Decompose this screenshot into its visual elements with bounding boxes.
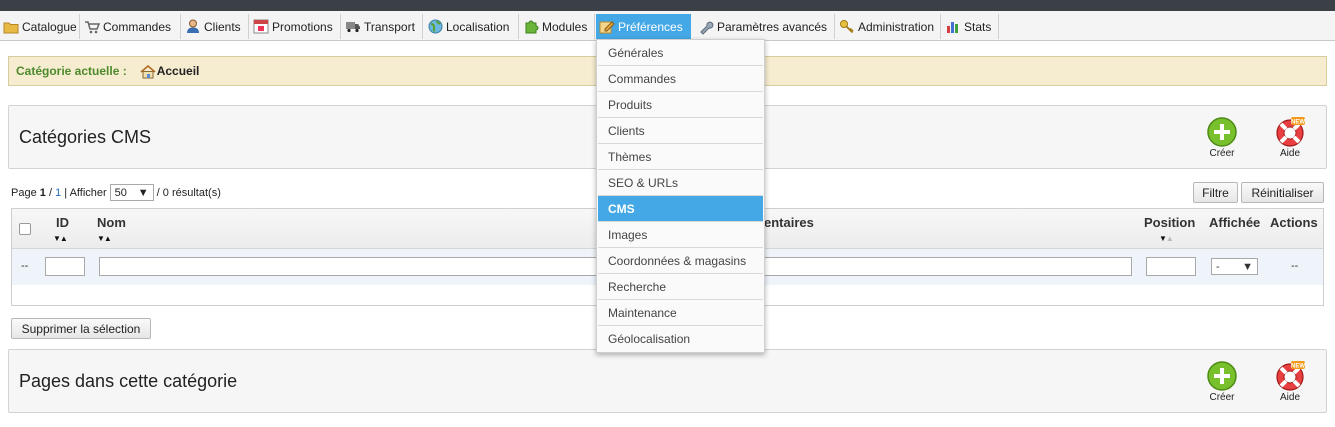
key-icon bbox=[839, 19, 855, 35]
folder-icon bbox=[3, 19, 19, 35]
categories-title: Catégories CMS bbox=[19, 127, 152, 147]
column-position: Position bbox=[1144, 215, 1196, 230]
tab-modules[interactable]: Modules bbox=[520, 14, 595, 39]
sort-id-arrows[interactable]: ▼▲ bbox=[53, 234, 68, 243]
help-button[interactable]: NEW Aide bbox=[1268, 360, 1312, 403]
menu-item-coordonnees[interactable]: Coordonnées & magasins bbox=[598, 248, 763, 274]
total-pages-link[interactable]: 1 bbox=[55, 187, 61, 199]
menu-item-seo-urls[interactable]: SEO & URLs bbox=[598, 170, 763, 196]
menu-item-produits[interactable]: Produits bbox=[598, 92, 763, 118]
bulk-delete-button[interactable]: Supprimer la sélection bbox=[11, 318, 151, 339]
create-category-button[interactable]: Créer bbox=[1200, 116, 1244, 159]
lifebuoy-icon: NEW bbox=[1276, 117, 1305, 147]
menu-item-geolocalisation[interactable]: Géolocalisation bbox=[598, 326, 763, 352]
tab-localisation[interactable]: Localisation bbox=[424, 14, 519, 39]
wrench-icon bbox=[698, 19, 714, 35]
promotion-icon bbox=[253, 19, 269, 35]
per-page-select[interactable]: 50 ▼ bbox=[109, 184, 154, 201]
tab-preferences[interactable]: Préférences bbox=[596, 14, 691, 39]
sort-name-arrows[interactable]: ▼▲ bbox=[97, 234, 112, 243]
help-button[interactable]: NEW Aide bbox=[1268, 116, 1312, 159]
pages-panel: Pages dans cette catégorie Créer NEW Aid… bbox=[8, 349, 1327, 413]
tab-stats[interactable]: Stats bbox=[942, 14, 999, 39]
tab-administration[interactable]: Administration bbox=[836, 14, 941, 39]
svg-text:NEW: NEW bbox=[1291, 120, 1305, 126]
menu-item-images[interactable]: Images bbox=[598, 222, 763, 248]
tab-catalogue[interactable]: Catalogue bbox=[0, 14, 80, 39]
menu-item-maintenance[interactable]: Maintenance bbox=[598, 300, 763, 326]
breadcrumb-label: Catégorie actuelle : bbox=[16, 64, 127, 78]
top-strip bbox=[0, 0, 1335, 11]
column-displayed: Affichée bbox=[1209, 215, 1261, 230]
home-icon bbox=[140, 64, 156, 78]
menu-item-clients[interactable]: Clients bbox=[598, 118, 763, 144]
puzzle-icon bbox=[523, 19, 539, 35]
chart-icon bbox=[945, 19, 961, 35]
menu-item-recherche[interactable]: Recherche bbox=[598, 274, 763, 300]
breadcrumb-home-link[interactable]: Accueil bbox=[139, 64, 199, 79]
position-filter-input[interactable] bbox=[1146, 257, 1196, 276]
lifebuoy-icon: NEW bbox=[1276, 361, 1305, 391]
globe-icon bbox=[427, 19, 443, 35]
chevron-down-icon: ▼ bbox=[137, 186, 149, 199]
truck-icon bbox=[345, 19, 361, 35]
menu-item-generales[interactable]: Générales bbox=[598, 40, 763, 66]
preferences-dropdown: Générales Commandes Produits Clients Thè… bbox=[596, 39, 765, 353]
menu-item-cms[interactable]: CMS bbox=[598, 196, 763, 222]
displayed-filter-select[interactable]: - ▼ bbox=[1211, 258, 1258, 275]
add-icon bbox=[1207, 361, 1237, 391]
column-id: ID bbox=[56, 215, 69, 230]
tab-promotions[interactable]: Promotions bbox=[250, 14, 341, 39]
pagination: Page 1 / 1 | Afficher 50 ▼ / 0 résultat(s… bbox=[11, 184, 221, 201]
tab-clients[interactable]: Clients bbox=[182, 14, 249, 39]
tab-transport[interactable]: Transport bbox=[342, 14, 423, 39]
sort-position-arrows[interactable]: ▼▲ bbox=[1159, 234, 1174, 243]
menu-item-themes[interactable]: Thèmes bbox=[598, 144, 763, 170]
column-comments: entaires bbox=[764, 215, 814, 230]
edit-icon bbox=[599, 19, 615, 35]
chevron-down-icon: ▼ bbox=[1242, 260, 1253, 273]
user-icon bbox=[185, 19, 201, 35]
tab-commandes[interactable]: Commandes bbox=[81, 14, 181, 39]
cart-icon bbox=[84, 19, 100, 35]
svg-text:NEW: NEW bbox=[1291, 364, 1305, 370]
column-name: Nom bbox=[97, 215, 126, 230]
add-icon bbox=[1207, 117, 1237, 147]
reset-button[interactable]: Réinitialiser bbox=[1241, 182, 1324, 203]
column-actions: Actions bbox=[1270, 215, 1318, 230]
create-page-button[interactable]: Créer bbox=[1200, 360, 1244, 403]
filter-button[interactable]: Filtre bbox=[1193, 182, 1238, 203]
tab-parametres-avances[interactable]: Paramètres avancés bbox=[695, 14, 835, 39]
id-filter-input[interactable] bbox=[45, 257, 85, 276]
main-menu: Catalogue Commandes Clients Promotions T… bbox=[0, 11, 1335, 41]
pages-title: Pages dans cette catégorie bbox=[19, 371, 238, 391]
menu-item-commandes[interactable]: Commandes bbox=[598, 66, 763, 92]
select-all-checkbox[interactable] bbox=[19, 223, 31, 235]
